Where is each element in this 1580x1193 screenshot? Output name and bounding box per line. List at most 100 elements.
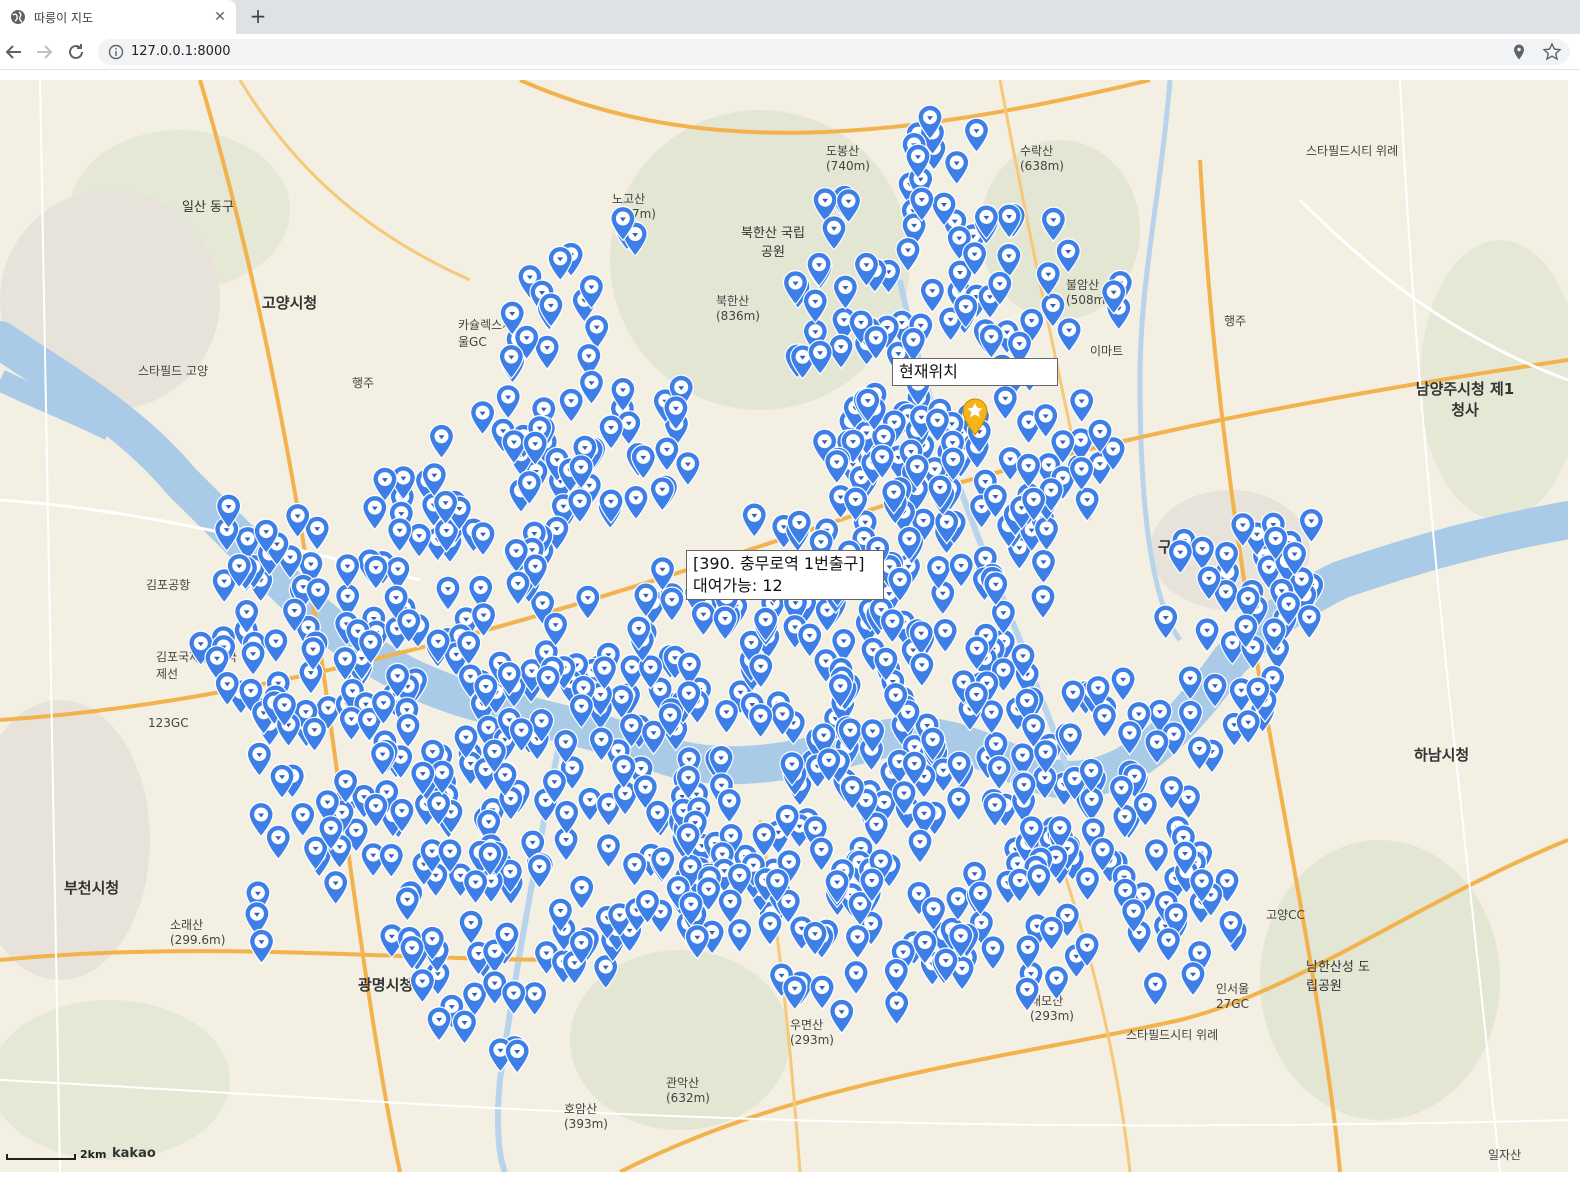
station-marker-icon[interactable] xyxy=(1202,672,1228,709)
station-marker-icon[interactable] xyxy=(944,149,970,186)
station-marker-icon[interactable] xyxy=(1153,604,1179,640)
station-marker-icon[interactable] xyxy=(409,968,435,1004)
station-marker-icon[interactable] xyxy=(1030,548,1057,585)
station-marker-icon[interactable] xyxy=(883,957,909,994)
station-marker-icon[interactable] xyxy=(395,712,421,749)
station-marker-icon[interactable] xyxy=(741,502,767,538)
station-marker-icon[interactable] xyxy=(978,323,1004,360)
station-marker-icon[interactable] xyxy=(1015,452,1042,489)
station-marker-icon[interactable] xyxy=(980,935,1006,971)
station-marker-icon[interactable] xyxy=(919,277,946,314)
station-marker-icon[interactable] xyxy=(802,288,828,324)
station-marker-icon[interactable] xyxy=(1074,866,1101,902)
station-marker-icon[interactable] xyxy=(967,880,994,916)
station-marker-icon[interactable] xyxy=(1110,666,1136,702)
station-marker-icon[interactable] xyxy=(451,1009,478,1045)
station-marker-icon[interactable] xyxy=(1074,486,1100,523)
station-marker-icon[interactable] xyxy=(504,1038,530,1074)
star-icon[interactable] xyxy=(1542,42,1562,62)
arrow-left-icon[interactable] xyxy=(2,40,26,64)
station-marker-icon[interactable] xyxy=(323,869,349,906)
location-pin-icon[interactable] xyxy=(1510,43,1528,61)
station-marker-icon[interactable] xyxy=(240,640,266,677)
station-marker-icon[interactable] xyxy=(246,741,272,778)
station-marker-icon[interactable] xyxy=(1189,535,1216,572)
station-marker-icon[interactable] xyxy=(675,451,701,487)
station-marker-icon[interactable] xyxy=(809,974,835,1010)
station-marker-icon[interactable] xyxy=(426,1006,452,1042)
station-marker-icon[interactable] xyxy=(1194,617,1220,653)
reload-icon[interactable] xyxy=(64,40,88,64)
station-marker-icon[interactable] xyxy=(526,853,553,890)
station-marker-icon[interactable] xyxy=(471,602,497,638)
station-marker-icon[interactable] xyxy=(932,617,958,654)
station-marker-icon[interactable] xyxy=(659,586,685,623)
station-marker-icon[interactable] xyxy=(884,990,910,1026)
info-icon[interactable] xyxy=(108,44,124,60)
station-marker-icon[interactable] xyxy=(1177,665,1203,701)
station-marker-icon[interactable] xyxy=(630,444,656,480)
station-marker-icon[interactable] xyxy=(1038,915,1065,952)
station-marker-icon[interactable] xyxy=(387,517,413,553)
station-marker-icon[interactable] xyxy=(1055,238,1081,274)
browser-tab[interactable]: 따릉이 지도 ✕ xyxy=(0,0,236,34)
station-marker-icon[interactable] xyxy=(843,959,869,996)
station-marker-icon[interactable] xyxy=(569,874,595,911)
station-marker-icon[interactable] xyxy=(782,975,808,1011)
station-marker-icon[interactable] xyxy=(335,553,361,589)
station-marker-icon[interactable] xyxy=(362,494,388,531)
station-marker-icon[interactable] xyxy=(649,476,675,512)
station-marker-icon[interactable] xyxy=(1040,206,1067,243)
station-marker-icon[interactable] xyxy=(963,117,990,154)
station-marker-icon[interactable] xyxy=(568,693,595,729)
station-marker-icon[interactable] xyxy=(712,605,738,641)
map-canvas[interactable]: 고양시청 부천시청 광명시청 구리시청 하남시청 남양주시청 제1청사 북한산 … xyxy=(0,80,1568,1172)
station-marker-icon[interactable] xyxy=(1035,261,1061,297)
station-marker-icon[interactable] xyxy=(986,754,1012,791)
address-bar[interactable]: 127.0.0.1:8000 xyxy=(98,39,1570,65)
station-marker-icon[interactable] xyxy=(621,851,648,888)
station-marker-icon[interactable] xyxy=(458,909,484,946)
station-marker-icon[interactable] xyxy=(1030,583,1056,620)
station-marker-icon[interactable] xyxy=(713,698,740,735)
station-marker-icon[interactable] xyxy=(1142,971,1169,1007)
station-marker-icon[interactable] xyxy=(992,385,1018,421)
station-marker-icon[interactable] xyxy=(1296,604,1322,640)
url-text[interactable]: 127.0.0.1:8000 xyxy=(131,44,231,60)
station-marker-icon[interactable] xyxy=(501,980,527,1016)
station-marker-icon[interactable] xyxy=(821,215,847,251)
station-marker-icon[interactable] xyxy=(522,980,548,1017)
close-icon[interactable]: ✕ xyxy=(212,9,228,25)
station-marker-icon[interactable] xyxy=(1298,507,1325,544)
station-marker-icon[interactable] xyxy=(726,917,753,954)
station-marker-icon[interactable] xyxy=(1091,702,1118,739)
station-marker-icon[interactable] xyxy=(717,888,743,924)
station-marker-icon[interactable] xyxy=(248,928,275,965)
station-marker-icon[interactable] xyxy=(1057,722,1084,758)
station-marker-icon[interactable] xyxy=(824,448,850,485)
station-marker-icon[interactable] xyxy=(263,628,289,664)
station-marker-icon[interactable] xyxy=(265,824,291,861)
station-marker-icon[interactable] xyxy=(1026,863,1052,899)
plus-icon[interactable]: + xyxy=(246,5,270,29)
station-marker-icon[interactable] xyxy=(575,584,601,621)
station-marker-icon[interactable] xyxy=(428,423,455,460)
station-marker-icon[interactable] xyxy=(1033,515,1060,552)
station-marker-icon[interactable] xyxy=(1180,961,1206,997)
station-marker-icon[interactable] xyxy=(747,703,774,739)
arrow-right-icon[interactable] xyxy=(32,40,56,64)
station-marker-icon[interactable] xyxy=(844,923,871,960)
station-marker-icon[interactable] xyxy=(946,786,972,822)
station-marker-icon[interactable] xyxy=(808,836,835,872)
station-marker-icon[interactable] xyxy=(996,203,1022,239)
station-marker-icon[interactable] xyxy=(1014,976,1040,1013)
current-location-marker[interactable] xyxy=(961,398,989,436)
station-marker-icon[interactable] xyxy=(832,274,859,310)
station-marker-icon[interactable] xyxy=(757,910,783,947)
station-marker-icon[interactable] xyxy=(690,601,717,637)
station-marker-icon[interactable] xyxy=(290,801,316,838)
station-marker-icon[interactable] xyxy=(558,387,584,424)
station-marker-icon[interactable] xyxy=(807,339,833,376)
station-marker-icon[interactable] xyxy=(806,251,832,288)
station-marker-icon[interactable] xyxy=(547,245,573,282)
